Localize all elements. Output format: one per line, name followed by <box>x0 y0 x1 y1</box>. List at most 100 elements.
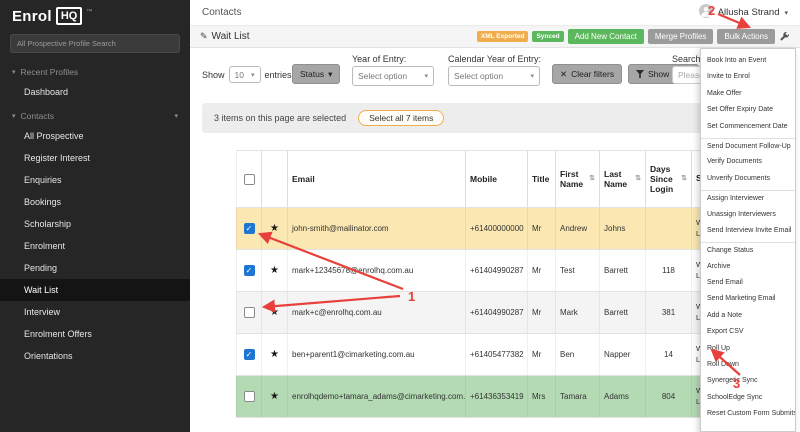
sidebar-item-label: Scholarship <box>24 219 71 229</box>
email-cell[interactable]: mark+c@enrolhq.com.au <box>288 292 466 333</box>
sidebar-item[interactable]: Enrolment <box>0 235 190 257</box>
chevron-down-icon: ▾ <box>530 72 534 80</box>
sidebar-item[interactable]: Interview <box>0 301 190 323</box>
sidebar-item[interactable]: All Prospective <box>0 125 190 147</box>
mobile-column-header[interactable]: Mobile <box>466 151 528 207</box>
sidebar-item[interactable]: Pending <box>0 257 190 279</box>
bulk-actions-menu-item[interactable]: Roll Down <box>701 357 795 373</box>
star-icon[interactable]: ★ <box>270 224 279 234</box>
title-column-header[interactable]: Title <box>528 151 556 207</box>
page-title: Contacts <box>202 7 241 18</box>
calendar-year-select[interactable]: Select option▾ <box>448 66 540 86</box>
days-since-login-cell: 118 <box>646 250 692 291</box>
chevron-down-icon: ▾ <box>784 9 788 17</box>
mobile-cell: +61404990287 <box>466 292 528 333</box>
bulk-actions-menu-item[interactable]: Invite to Enrol <box>701 69 795 85</box>
email-cell[interactable]: enrolhqdemo+tamara_adams@cimarketing.com… <box>288 376 466 417</box>
sidebar-item-label: Dashboard <box>24 87 68 97</box>
sidebar-item[interactable]: Dashboard <box>0 81 190 103</box>
sidebar-item-label: Register Interest <box>24 153 90 163</box>
bulk-actions-menu-item[interactable]: Book Into an Event <box>701 53 795 69</box>
sidebar-item[interactable]: Register Interest <box>0 147 190 169</box>
bulk-actions-menu-item[interactable]: SchoolEdge Sync <box>701 390 795 406</box>
bulk-actions-menu-item[interactable]: Export CSV <box>701 324 795 340</box>
email-cell[interactable]: john-smith@mailinator.com <box>288 208 466 249</box>
clear-icon: ✕ <box>560 69 567 80</box>
email-cell[interactable]: ben+parent1@cimarketing.com.au <box>288 334 466 375</box>
bulk-actions-menu-item[interactable]: Send Marketing Email <box>701 291 795 307</box>
sidebar-section-header-contacts[interactable]: ▾ Contacts ▾ <box>0 103 190 125</box>
page-size-select[interactable]: 10▾ <box>229 66 261 83</box>
bulk-actions-menu-item[interactable]: Set Commencement Date <box>701 119 795 135</box>
user-menu[interactable]: Allusha Strand ▾ <box>699 4 788 21</box>
last-name-cell: Barrett <box>600 250 646 291</box>
sidebar-section-contacts: ▾ Contacts ▾ All Prospective Register In… <box>0 103 190 367</box>
sidebar-item[interactable]: Bookings <box>0 191 190 213</box>
bulk-actions-menu-item[interactable]: Send Document Follow-Up <box>701 138 795 154</box>
sidebar-item[interactable]: Enrolment Offers <box>0 323 190 345</box>
last-name-cell: Barrett <box>600 292 646 333</box>
app-logo[interactable]: Enrol HQ ™ <box>0 0 190 30</box>
bulk-actions-menu-item[interactable]: Unassign Interviewers <box>701 207 795 223</box>
row-checkbox[interactable]: ✓ <box>244 223 255 234</box>
title-cell: Mrs <box>528 376 556 417</box>
bulk-actions-menu-item[interactable]: Change Status <box>701 242 795 258</box>
bulk-actions-menu-item[interactable]: Roll Up <box>701 341 795 357</box>
title-cell: Mr <box>528 292 556 333</box>
status-filter-button[interactable]: Status▾ <box>292 64 340 84</box>
bulk-actions-menu-item[interactable]: Send Email <box>701 275 795 291</box>
wrench-icon[interactable] <box>779 31 790 42</box>
first-name-column-header[interactable]: First Name⇅ <box>556 151 600 207</box>
email-cell[interactable]: mark+12345678@enrolhq.com.au <box>288 250 466 291</box>
last-name-cell: Johns <box>600 208 646 249</box>
bulk-actions-menu-item[interactable]: Send Interview Invite Email <box>701 223 795 239</box>
sidebar-item-label: Enrolment <box>24 241 65 251</box>
row-checkbox[interactable]: ✓ <box>244 307 255 318</box>
days-since-login-cell <box>646 208 692 249</box>
sidebar-item[interactable]: Enquiries <box>0 169 190 191</box>
bulk-actions-button[interactable]: Bulk Actions <box>717 29 775 44</box>
row-checkbox[interactable]: ✓ <box>244 265 255 276</box>
mobile-cell: +61404990287 <box>466 250 528 291</box>
star-icon[interactable]: ★ <box>270 350 279 360</box>
star-icon[interactable]: ★ <box>270 308 279 318</box>
app-window: Enrol HQ ™ ▾ Recent Profiles Dashboard <box>0 0 800 432</box>
add-new-contact-button[interactable]: Add New Contact <box>568 29 644 44</box>
sidebar-item[interactable]: Scholarship <box>0 213 190 235</box>
bulk-actions-menu-item[interactable]: Set Offer Expiry Date <box>701 102 795 118</box>
email-column-header[interactable]: Email <box>288 151 466 207</box>
bulk-actions-menu-item[interactable]: Archive <box>701 259 795 275</box>
mobile-cell: +61436353419 <box>466 376 528 417</box>
bulk-actions-menu-item[interactable]: Add a Note <box>701 308 795 324</box>
check-icon: ✓ <box>246 225 253 233</box>
chevron-down-icon: ▾ <box>12 68 16 76</box>
bulk-actions-menu-item[interactable]: Make Offer <box>701 86 795 102</box>
sidebar-section-header-recent-profiles[interactable]: ▾ Recent Profiles <box>0 59 190 81</box>
section-label: Recent Profiles <box>21 67 79 77</box>
bulk-actions-menu-item[interactable]: Reset Custom Form Submits <box>701 406 795 422</box>
sidebar-item-label: Interview <box>24 307 60 317</box>
bulk-actions-menu-item[interactable]: Verify Documents <box>701 154 795 170</box>
merge-profiles-button[interactable]: Merge Profiles <box>648 29 714 44</box>
star-icon[interactable]: ★ <box>270 392 279 402</box>
days-since-login-cell: 804 <box>646 376 692 417</box>
row-checkbox[interactable]: ✓ <box>244 391 255 402</box>
sidebar-item[interactable]: Wait List <box>0 279 190 301</box>
select-all-checkbox[interactable]: ✓ <box>244 174 255 185</box>
bulk-actions-menu-item[interactable]: Synergetic Sync <box>701 373 795 389</box>
select-all-items-button[interactable]: Select all 7 items <box>358 110 444 126</box>
row-checkbox[interactable]: ✓ <box>244 349 255 360</box>
star-icon[interactable]: ★ <box>270 266 279 276</box>
last-name-column-header[interactable]: Last Name⇅ <box>600 151 646 207</box>
year-of-entry-select[interactable]: Select option▾ <box>352 66 434 86</box>
bulk-actions-menu-item[interactable]: Unverify Documents <box>701 171 795 187</box>
search-label: Search: <box>672 54 703 64</box>
clear-filters-button[interactable]: ✕ Clear filters <box>552 64 622 84</box>
bulk-actions-menu-item[interactable]: Assign Interviewer <box>701 190 795 206</box>
days-since-login-column-header[interactable]: Days Since Login⇅ <box>646 151 692 207</box>
profile-search-input[interactable] <box>10 34 180 53</box>
sidebar-item[interactable]: Orientations <box>0 345 190 367</box>
edit-icon[interactable]: ✎ <box>200 31 208 42</box>
first-name-cell: Tamara <box>556 376 600 417</box>
chevron-down-icon: ▾ <box>251 71 255 79</box>
